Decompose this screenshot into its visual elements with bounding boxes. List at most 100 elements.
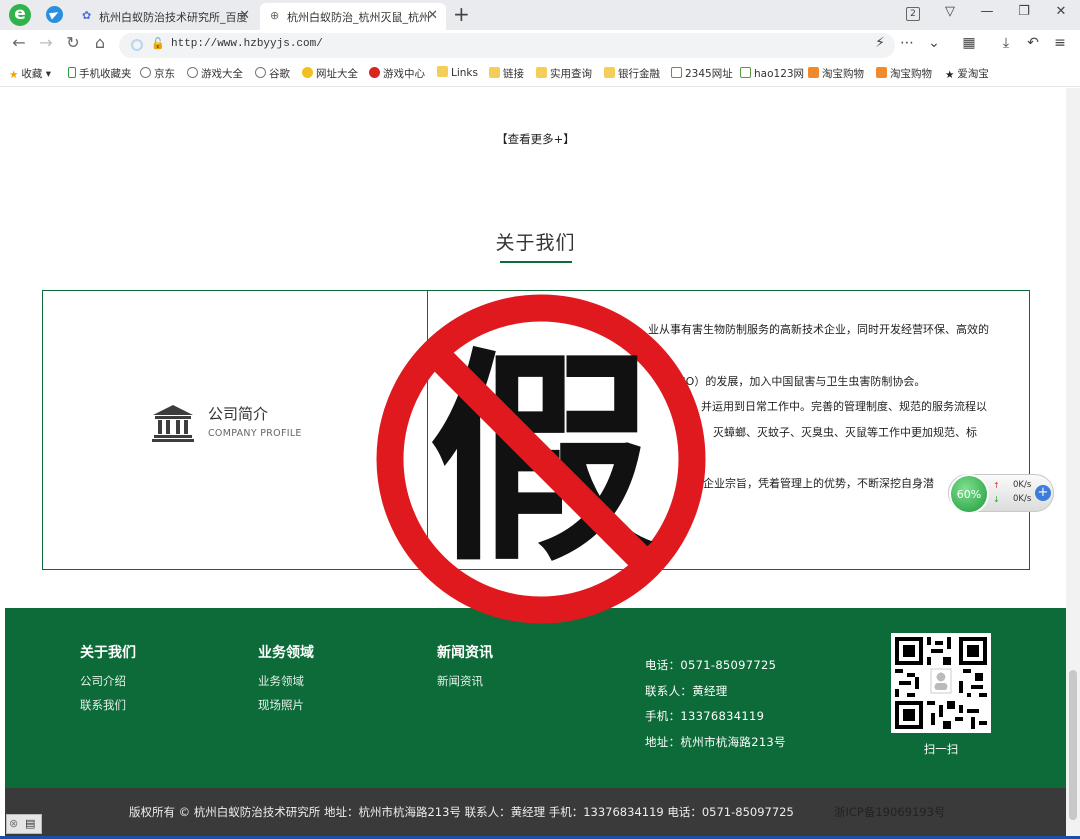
bookmark-item[interactable]: 游戏中心 [369,66,425,81]
bookmark-label: 实用查询 [550,68,592,80]
footer-link-business[interactable]: 业务领域 [258,673,304,689]
bookmark-label: 谷歌 [269,68,290,80]
icp-number[interactable]: 浙ICP备19069193号 [834,804,945,820]
download-arrow-icon: ↓ [993,495,1000,504]
restore-button[interactable]: ❐ [1010,4,1038,19]
about-text-line: 并运用到日常工作中。完善的管理制度、规范的服务流程以 [701,400,987,413]
close-icon[interactable]: ✕ [427,8,438,23]
lightning-icon[interactable]: ⚡ [869,35,891,51]
bookmark-item[interactable]: ★ 爱淘宝 [945,66,989,81]
upload-arrow-icon: ↑ [993,481,1000,490]
company-profile-subtitle: COMPANY PROFILE [208,428,302,439]
speed-percent[interactable]: 60% [949,474,989,514]
bookmark-label: 网址大全 [316,68,358,80]
footer-phone: 电话：0571-85097725 [645,658,777,672]
minimize-button[interactable]: — [973,4,1001,19]
download-icon[interactable]: ⤓ [995,35,1017,51]
bookmark-item[interactable]: hao123网 [740,66,804,81]
monitor-icon[interactable]: ▤ [25,817,35,830]
close-circle-icon[interactable]: ⊗ [9,817,18,830]
footer-link-company-intro[interactable]: 公司介绍 [80,673,126,689]
footer-link-news[interactable]: 新闻资讯 [437,673,483,689]
home-icon[interactable]: ⌂ [89,33,111,52]
bookmark-item[interactable]: 实用查询 [536,66,592,81]
site-info-icon[interactable] [131,39,143,51]
navigation-bar: ← → ↻ ⌂ 🔓 http://www.hzbyyjs.com/ ⚡ ⋯ ⌄ … [0,30,1080,60]
company-profile-title: 公司简介 [208,405,269,423]
footer-contact-person: 联系人：黄经理 [645,684,728,698]
tray-icons[interactable]: ⊗ ▤ [6,814,42,834]
bookmark-label: 收藏 [21,68,43,80]
browser-logo-icon[interactable]: e [9,4,31,26]
company-profile-panel: 公司简介 COMPANY PROFILE [43,291,428,569]
reload-icon[interactable]: ↻ [62,33,84,52]
bookmark-label: 淘宝购物 [822,68,864,80]
address-bar[interactable]: 🔓 http://www.hzbyyjs.com/ [119,33,895,58]
new-tab-button[interactable]: + [453,2,470,26]
download-speed: 0K/s [1013,494,1032,504]
more-dots-icon[interactable]: ⋯ [896,35,918,51]
scrollbar-thumb[interactable] [1069,670,1077,820]
tab-active-site[interactable]: ⊕ 杭州白蚁防治_杭州灭鼠_杭州 ✕ [260,3,446,30]
bookmark-label: 游戏大全 [201,68,243,80]
bookmark-item[interactable]: 银行金融 [604,66,660,81]
copyright-bar: 版权所有 © 杭州白蚁防治技术研究所 地址：杭州市杭海路213号 联系人：黄经理… [5,788,1066,836]
bookmark-item[interactable]: Links [437,66,478,79]
qr-code [891,633,991,733]
bookmark-label: 手机收藏夹 [79,68,132,80]
footer-link-contact[interactable]: 联系我们 [80,697,126,713]
bookmark-label: 京东 [154,68,175,80]
about-section-title: 关于我们 [495,232,576,254]
close-window-button[interactable]: ✕ [1047,4,1075,19]
tab-count-badge[interactable]: 2 [906,7,920,21]
back-icon[interactable]: ← [8,33,30,52]
footer-col-title: 新闻资讯 [437,645,493,661]
bookmarks-bar: ★ 收藏 ▾ 手机收藏夹 京东 游戏大全 谷歌 网址大全 游戏中心 Links 链… [0,60,1080,87]
bookmark-item[interactable]: 谷歌 [255,66,290,81]
tab-baidu[interactable]: ✿ 杭州白蚁防治技术研究所_百度 ✕ [72,3,258,30]
bookmark-item[interactable]: 2345网址 [671,66,733,81]
menu-icon[interactable]: ≡ [1049,35,1071,51]
tab-bar: e ✿ 杭州白蚁防治技术研究所_百度 ✕ ⊕ 杭州白蚁防治_杭州灭鼠_杭州 ✕ … [0,0,1080,30]
bookmark-label: 淘宝购物 [890,68,932,80]
bookmark-label: 爱淘宝 [957,68,989,80]
chevron-down-icon[interactable]: ⌄ [923,35,945,51]
upload-speed: 0K/s [1013,480,1032,490]
footer-address: 地址：杭州市杭海路213号 [645,735,786,749]
about-text-line: 灭蟑螂、灭蚊子、灭臭虫、灭鼠等工作中更加规范、标 [713,426,977,439]
bookmark-label: 2345网址 [685,68,733,80]
url-text[interactable]: http://www.hzbyyjs.com/ [171,38,323,50]
copyright-text: 版权所有 © 杭州白蚁防治技术研究所 地址：杭州市杭海路213号 联系人：黄经理… [129,805,794,819]
shirt-skin-icon[interactable]: ▽ [936,4,964,19]
footer-link-photos[interactable]: 现场照片 [258,697,304,713]
bookmark-item[interactable]: 淘宝购物 [876,66,932,81]
footer-mobile: 手机：13376834119 [645,709,765,723]
bookmark-label: 游戏中心 [383,68,425,80]
bookmark-label: hao123网 [754,68,805,80]
bookmark-label: 银行金融 [618,68,660,80]
footer-col-title: 业务领域 [258,645,314,661]
undo-icon[interactable]: ↶ [1022,35,1044,51]
tab-label: 杭州白蚁防治技术研究所_百度 [99,11,248,24]
forward-icon[interactable]: → [35,33,57,52]
telegram-icon[interactable] [46,6,63,23]
bookmark-item[interactable]: 链接 [489,66,524,81]
bookmark-item[interactable]: 手机收藏夹 [68,66,132,81]
insecure-lock-icon[interactable]: 🔓 [151,37,165,50]
bookmark-item[interactable]: 网址大全 [302,66,358,81]
baidu-paw-icon: ✿ [82,9,92,22]
bookmark-item[interactable]: 游戏大全 [187,66,243,81]
bookmark-item[interactable]: ★ 收藏 ▾ [9,66,51,81]
network-speed-widget[interactable]: 60% ↑ ↓ 0K/s 0K/s + [948,474,1054,514]
close-icon[interactable]: ✕ [239,8,250,23]
about-text-line: 企业宗旨，凭着管理上的优势，不断深挖自身潜 [703,477,934,490]
bookmark-item[interactable]: 淘宝购物 [808,66,864,81]
apps-grid-icon[interactable]: ▦ [958,35,980,51]
bookmark-item[interactable]: 京东 [140,66,175,81]
view-more-link[interactable]: 【查看更多+】 [5,131,1066,147]
title-underline [500,261,572,263]
fake-prohibition-stamp: 假 [376,294,706,624]
plus-icon[interactable]: + [1035,485,1051,501]
about-text-line: CO）的发展，加入中国鼠害与卫生虫害防制协会。 [678,375,926,388]
site-footer: 关于我们 公司介绍 联系我们 业务领域 业务领域 现场照片 新闻资讯 新闻资讯 … [5,608,1066,788]
